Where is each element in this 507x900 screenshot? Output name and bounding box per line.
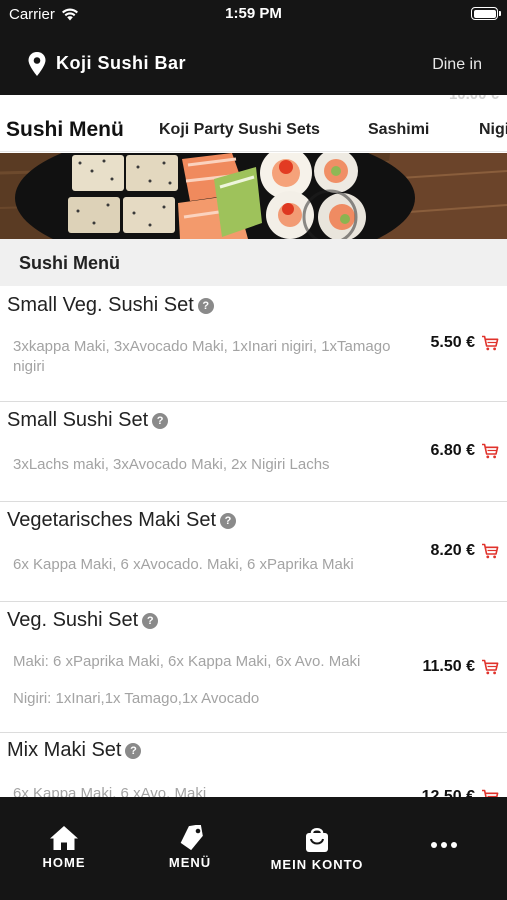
sushi-banner-image [0, 153, 507, 239]
item-description: 3xkappa Maki, 3xAvocado Maki, 1xInari ni… [13, 338, 391, 375]
tab-sushi-menu[interactable]: Sushi Menü [6, 107, 124, 151]
item-price: 5.50 € [430, 334, 475, 351]
menu-item[interactable]: Vegetarisches Maki Set ? 6x Kappa Maki, … [0, 502, 507, 602]
cart-icon[interactable] [481, 335, 499, 351]
item-name: Small Veg. Sushi Set [7, 294, 194, 316]
clock: 1:59 PM [225, 5, 282, 22]
item-price: 8.20 € [430, 542, 475, 559]
home-icon [50, 826, 78, 850]
info-icon[interactable]: ? [125, 742, 142, 759]
item-title: Veg. Sushi Set ? [7, 609, 159, 632]
info-icon[interactable]: ? [152, 412, 169, 429]
tab-sashimi[interactable]: Sashimi [368, 107, 429, 151]
item-price: 6.80 € [430, 442, 475, 459]
item-description: 3xLachs maki, 3xAvocado Maki, 2x Nigiri … [13, 456, 330, 473]
item-name: Mix Maki Set [7, 739, 122, 761]
item-name: Vegetarisches Maki Set [7, 509, 216, 531]
item-title: Vegetarisches Maki Set ? [7, 509, 236, 532]
cart-icon[interactable] [481, 443, 499, 459]
shopping-bag-icon [306, 828, 328, 852]
app-screen: { "status_bar": { "carrier": "Carrier", … [0, 0, 507, 900]
item-description-nigiri: Nigiri: 1xInari,1x Tamago,1x Avocado [13, 690, 260, 707]
tab-koji-party-sushi-sets[interactable]: Koji Party Sushi Sets [159, 107, 320, 151]
tag-icon [180, 825, 203, 851]
info-icon[interactable]: ? [197, 297, 214, 314]
menu-item[interactable]: Small Veg. Sushi Set ? 3xkappa Maki, 3xA… [0, 287, 507, 402]
item-price: 11.50 € [422, 658, 476, 675]
item-title: Small Sushi Set ? [7, 409, 169, 432]
cart-icon[interactable] [481, 543, 499, 559]
location-pin-icon[interactable] [28, 52, 46, 76]
menu-item[interactable]: Veg. Sushi Set ? Maki: 6 xPaprika Maki, … [0, 602, 507, 733]
app-header: Koji Sushi Bar Dine in [0, 30, 507, 95]
section-header: Sushi Menü [0, 239, 507, 286]
item-description: 6x Kappa Maki, 6 xAvocado. Maki, 6 xPapr… [13, 556, 354, 573]
nav-menu[interactable]: MENÜ [135, 825, 245, 870]
menu-item[interactable]: Small Sushi Set ? 3xLachs maki, 3xAvocad… [0, 402, 507, 502]
nav-mein-konto-label: MEIN KONTO [270, 857, 364, 872]
nav-mein-konto[interactable]: MEIN KONTO [262, 825, 372, 872]
scrolled-row-fragment: 10.00 € [0, 95, 507, 107]
bottom-navigation: HOME MENÜ MEIN KONTO [0, 797, 507, 900]
item-name: Small Sushi Set [7, 409, 149, 431]
item-title: Small Veg. Sushi Set ? [7, 294, 214, 317]
item-name: Veg. Sushi Set [7, 609, 139, 631]
info-icon[interactable]: ? [142, 612, 159, 629]
nav-more[interactable] [389, 841, 499, 849]
dine-mode-button[interactable]: Dine in [432, 56, 482, 74]
cart-icon[interactable] [481, 659, 499, 675]
nav-home[interactable]: HOME [9, 825, 119, 870]
restaurant-name[interactable]: Koji Sushi Bar [56, 53, 186, 74]
item-description: Maki: 6 xPaprika Maki, 6x Kappa Maki, 6x… [13, 653, 361, 670]
category-tabs: Sushi Menü Koji Party Sushi Sets Sashimi… [0, 107, 507, 152]
battery-icon [471, 7, 501, 20]
scrolled-row-price: 10.00 € [449, 95, 499, 103]
more-icon [431, 842, 457, 848]
nav-home-label: HOME [42, 855, 86, 870]
section-title: Sushi Menü [19, 253, 121, 273]
nav-menu-label: MENÜ [168, 855, 212, 870]
tab-nigiri[interactable]: Nigi [479, 107, 507, 151]
info-icon[interactable]: ? [220, 512, 236, 529]
status-bar: Carrier 1:59 PM [0, 0, 507, 30]
item-title: Mix Maki Set ? [7, 739, 142, 762]
